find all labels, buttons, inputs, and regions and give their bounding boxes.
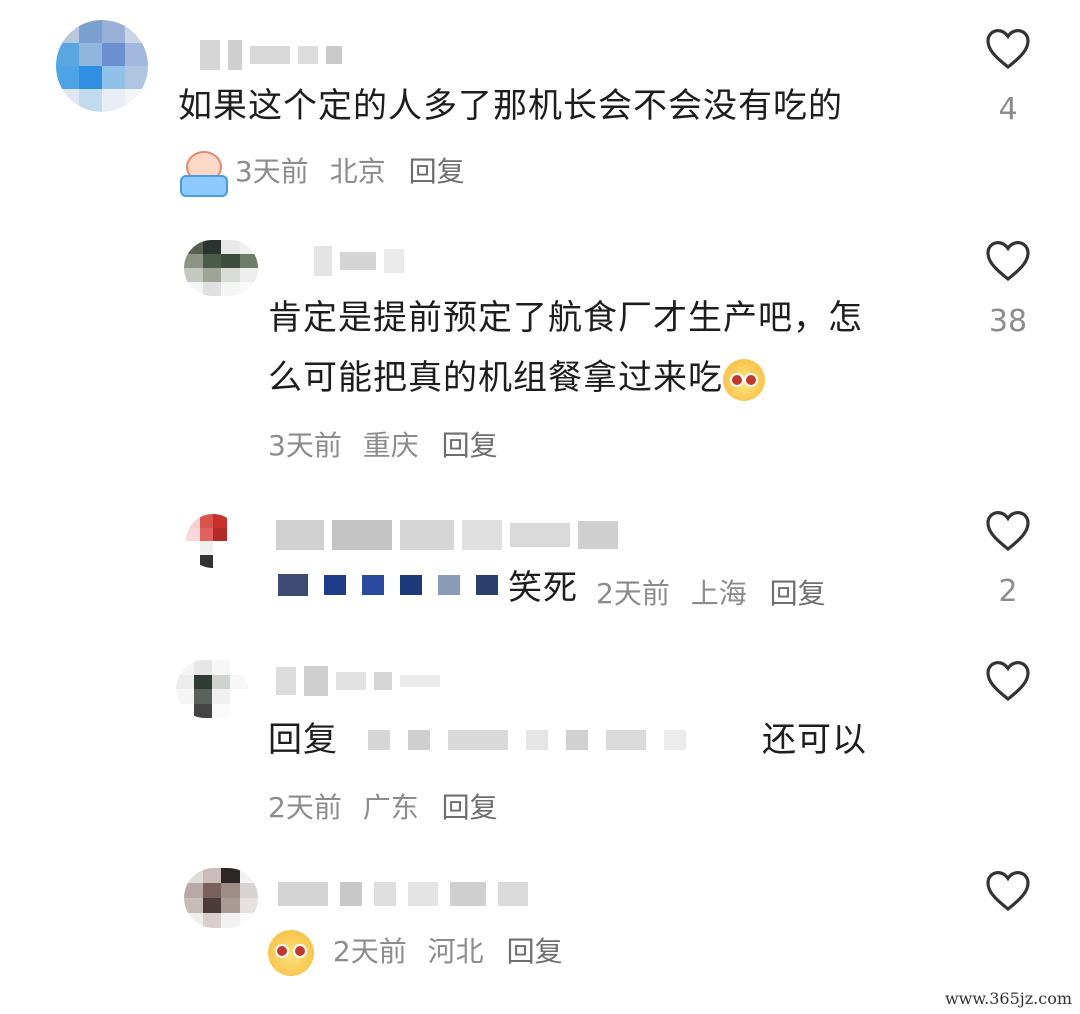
comment-location: 上海 [690, 577, 747, 610]
username-redacted[interactable] [200, 40, 342, 70]
like-count: 4 [998, 92, 1018, 127]
heart-outline-icon [986, 240, 1030, 282]
avatar[interactable] [186, 514, 240, 568]
comment-location: 广东 [362, 791, 419, 824]
comment-text: 笑死 [508, 568, 578, 608]
like-count: 38 [988, 304, 1028, 339]
username-redacted[interactable] [276, 520, 618, 550]
comment-meta: 2天前 广东 回复 [268, 786, 498, 826]
comment-location: 北京 [329, 155, 386, 188]
like-button[interactable] [978, 658, 1038, 702]
mention-redacted[interactable] [278, 574, 498, 596]
avatar[interactable] [184, 868, 258, 928]
comment-meta: 3天前 重庆 回复 [268, 424, 498, 464]
comment-time: 3天前 [234, 155, 309, 188]
like-button[interactable]: 2 [978, 508, 1038, 609]
like-button[interactable] [978, 868, 1038, 912]
reply-button[interactable]: 回复 [770, 577, 826, 610]
username-redacted[interactable] [314, 246, 404, 276]
like-count: 2 [998, 574, 1018, 609]
crying-sticker-icon [178, 151, 228, 197]
comment-location: 河北 [427, 935, 484, 968]
avatar[interactable] [184, 240, 258, 296]
reply-button[interactable]: 回复 [442, 791, 498, 824]
avatar[interactable] [56, 20, 148, 112]
comment-time: 2天前 [332, 935, 407, 968]
heart-outline-icon [986, 660, 1030, 702]
comment-text: 回复 还可以 [268, 718, 888, 762]
watermark: www.365jz.com [944, 989, 1072, 1008]
like-button[interactable]: 4 [978, 26, 1038, 127]
avatar[interactable] [176, 660, 248, 718]
comment-location: 重庆 [362, 429, 419, 462]
heart-outline-icon [986, 28, 1030, 70]
comment-meta: 2天前 河北 回复 [268, 930, 563, 976]
reply-button[interactable]: 回复 [507, 935, 563, 968]
username-redacted[interactable] [278, 882, 528, 906]
like-button[interactable]: 38 [978, 238, 1038, 339]
comment-meta: 2天前 上海 回复 [596, 572, 826, 612]
comment-text-line-2: 么可能把真的机组餐拿过来吃 [268, 356, 765, 401]
mention-redacted[interactable] [368, 730, 686, 750]
reply-button[interactable]: 回复 [442, 429, 498, 462]
heart-outline-icon [986, 510, 1030, 552]
comment-meta: 3天前 北京 回复 [178, 150, 465, 197]
comment-text-line-1: 肯定是提前预定了航食厂才生产吧，怎 [268, 298, 863, 338]
heart-outline-icon [986, 870, 1030, 912]
reply-button[interactable]: 回复 [409, 155, 465, 188]
comment-time: 2天前 [268, 791, 342, 824]
reply-prefix: 回复 [268, 720, 338, 760]
smiling-face-sticker-icon [723, 358, 765, 401]
comment-time: 3天前 [268, 429, 342, 462]
smiling-face-sticker-icon [268, 930, 314, 976]
username-redacted[interactable] [276, 666, 440, 696]
comment-text-content: 还可以 [762, 720, 867, 760]
comment-text: 如果这个定的人多了那机长会不会没有吃的 [178, 86, 843, 126]
comment-time: 2天前 [596, 577, 670, 610]
comment-text-line-2-content: 么可能把真的机组餐拿过来吃 [268, 358, 723, 398]
